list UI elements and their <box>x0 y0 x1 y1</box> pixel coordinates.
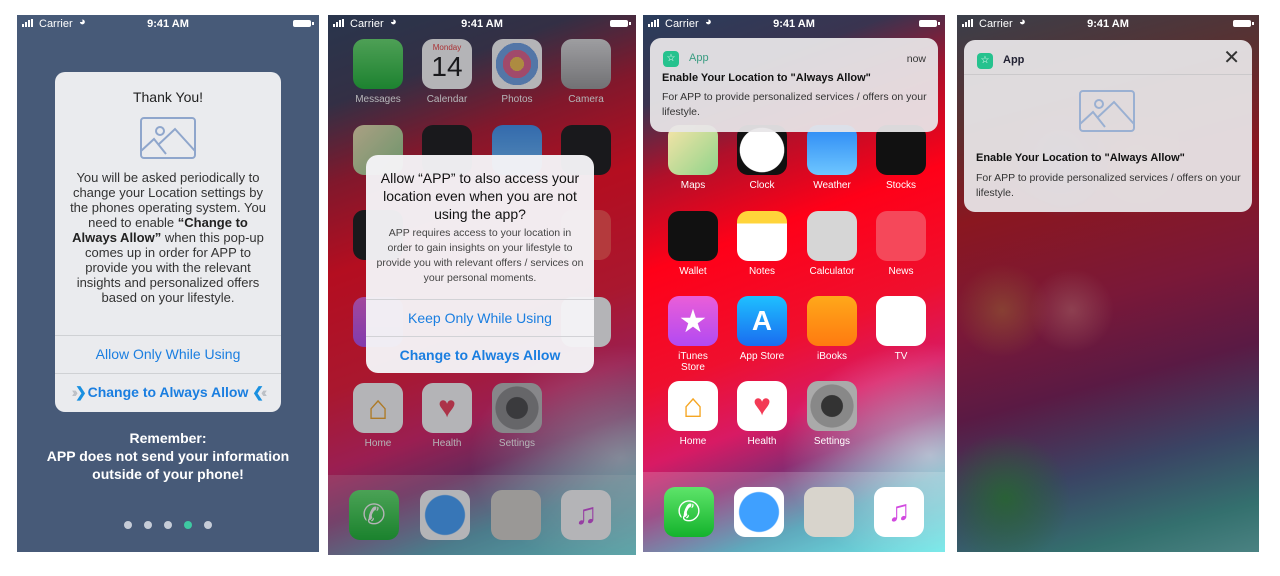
page-dot-active[interactable] <box>184 521 192 529</box>
expanded-notification-screen: Carrier ◕ 9:41 AM ☆ App ✕ Enable Your Lo… <box>957 15 1259 552</box>
dock: ✆ ♫ <box>643 472 945 552</box>
home-icon: ⌂ <box>668 381 718 431</box>
app-tv[interactable]: TV <box>875 296 927 362</box>
battery-icon <box>610 20 631 27</box>
app-stocks[interactable]: Stocks <box>875 125 927 191</box>
app-star-icon: ☆ <box>663 51 679 67</box>
onboarding-screen: Carrier ◕ 9:41 AM Thank You! You will be… <box>17 15 319 552</box>
keep-only-while-using-button[interactable]: Keep Only While Using <box>366 299 594 336</box>
dock-music[interactable]: ♫ <box>873 487 925 537</box>
app-health[interactable]: ♥ Health <box>736 381 788 447</box>
battery-icon <box>293 20 314 27</box>
status-bar: Carrier ◕ 9:41 AM <box>957 15 1259 33</box>
change-to-always-allow-button[interactable]: Change to Always Allow <box>366 336 594 373</box>
thank-you-card: Thank You! You will be asked periodicall… <box>55 72 281 412</box>
app-settings[interactable]: Settings <box>806 381 858 447</box>
change-to-always-allow-button[interactable]: ››❯ Change to Always Allow ❮‹‹ <box>55 373 281 410</box>
divider <box>964 74 1252 75</box>
wallet-icon <box>668 211 718 261</box>
book-icon <box>807 296 857 346</box>
notification-app-name: App <box>689 52 709 64</box>
location-permission-alert: Allow “APP” to also access your location… <box>366 155 594 373</box>
alert-title: Allow “APP” to also access your location… <box>380 170 580 222</box>
chevrons-right-icon: ››❯ <box>71 384 87 400</box>
status-time: 9:41 AM <box>147 18 189 30</box>
notification-title: Enable Your Location to "Always Allow" <box>976 152 1185 164</box>
music-icon: ♫ <box>874 487 924 537</box>
notification-body: For APP to provide personalized services… <box>976 172 1241 199</box>
card-title: Thank You! <box>132 89 204 105</box>
maps-icon <box>668 125 718 175</box>
app-clock[interactable]: Clock <box>736 125 788 191</box>
app-itunes-store[interactable]: ★ iTunes Store <box>667 296 719 373</box>
clock-icon <box>737 125 787 175</box>
battery-icon <box>1233 20 1254 27</box>
notification-body: For APP to provide personalized services… <box>662 91 927 118</box>
image-placeholder-icon <box>140 117 196 159</box>
status-bar: Carrier ◕ 9:41 AM <box>17 15 319 33</box>
dock-phone[interactable]: ✆ <box>663 487 715 537</box>
star-icon: ★ <box>668 296 718 346</box>
stocks-icon <box>876 125 926 175</box>
dock-safari[interactable] <box>733 487 785 537</box>
app-news[interactable]: News <box>875 211 927 277</box>
notification-time: now <box>906 53 926 65</box>
app-app-store[interactable]: A App Store <box>736 296 788 362</box>
battery-icon <box>919 20 940 27</box>
home-screen-with-notification: Carrier ◕ 9:41 AM Maps Clock Weather Sto… <box>643 15 945 552</box>
calculator-icon <box>807 211 857 261</box>
folder-icon <box>876 296 926 346</box>
notification-app-name: App <box>1003 54 1025 66</box>
chevrons-left-icon: ❮‹‹ <box>252 384 267 400</box>
status-time: 9:41 AM <box>1087 18 1129 30</box>
card-body: You will be asked periodically to change… <box>70 170 266 305</box>
remember-note: Remember: APP does not send your informa… <box>46 430 290 482</box>
gear-icon <box>807 381 857 431</box>
phone-icon: ✆ <box>664 487 714 537</box>
close-icon[interactable]: ✕ <box>1223 48 1240 68</box>
page-indicator <box>17 521 319 529</box>
app-store-icon: A <box>737 296 787 346</box>
app-weather[interactable]: Weather <box>806 125 858 191</box>
page-dot[interactable] <box>124 521 132 529</box>
dock-contacts[interactable] <box>803 487 855 537</box>
location-notification[interactable]: ☆ App now Enable Your Location to "Alway… <box>650 38 938 132</box>
safari-icon <box>734 487 784 537</box>
alert-message: APP requires access to your location in … <box>376 227 584 284</box>
news-icon <box>876 211 926 261</box>
notification-title: Enable Your Location to "Always Allow" <box>662 72 871 84</box>
app-home[interactable]: ⌂ Home <box>667 381 719 447</box>
app-wallet[interactable]: Wallet <box>667 211 719 277</box>
page-dot[interactable] <box>204 521 212 529</box>
page-dot[interactable] <box>144 521 152 529</box>
status-bar: Carrier ◕ 9:41 AM <box>328 15 636 33</box>
app-notes[interactable]: Notes <box>736 211 788 277</box>
allow-only-while-using-button[interactable]: Allow Only While Using <box>55 335 281 372</box>
contacts-icon <box>804 487 854 537</box>
app-maps[interactable]: Maps <box>667 125 719 191</box>
app-star-icon: ☆ <box>977 53 993 69</box>
notes-icon <box>737 211 787 261</box>
status-bar: Carrier ◕ 9:41 AM <box>643 15 945 33</box>
home-screen-with-alert: Carrier ◕ 9:41 AM Messages Monday 14 Calen… <box>328 15 636 555</box>
expanded-notification: ☆ App ✕ Enable Your Location to "Always … <box>964 40 1252 212</box>
page-dot[interactable] <box>164 521 172 529</box>
status-time: 9:41 AM <box>773 18 815 30</box>
weather-icon <box>807 125 857 175</box>
app-calculator[interactable]: Calculator <box>806 211 858 277</box>
heart-icon: ♥ <box>737 381 787 431</box>
status-time: 9:41 AM <box>461 18 503 30</box>
app-ibooks[interactable]: iBooks <box>806 296 858 362</box>
image-placeholder-icon <box>1079 90 1135 132</box>
